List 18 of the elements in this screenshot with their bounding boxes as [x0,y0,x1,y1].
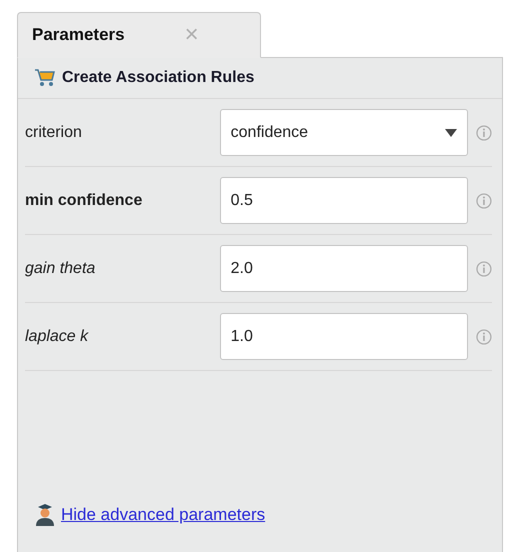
input-field[interactable]: 2.0 [220,245,468,292]
caret-icon [445,128,458,136]
parameter-label: laplace k [25,328,90,346]
info-icon[interactable] [476,124,492,140]
parameters-tab[interactable]: Parameters × [17,12,261,58]
info-icon[interactable] [476,192,492,208]
input-field[interactable]: 1.0 [220,313,468,360]
info-icon[interactable] [476,260,492,276]
parameter-label: criterion [25,124,83,142]
info-icon[interactable] [476,328,492,344]
parameter-label: gain theta [25,260,96,278]
parameter-label: min confidence [25,192,144,210]
graduate-icon [35,504,55,526]
operator-title: Create Association Rules [62,69,254,87]
shopping-cart-icon [34,68,56,88]
input-field[interactable]: 0.5 [220,177,468,224]
hide-advanced-link[interactable]: Hide advanced parameters [61,505,266,525]
dropdown-field[interactable]: confidence [220,109,468,156]
